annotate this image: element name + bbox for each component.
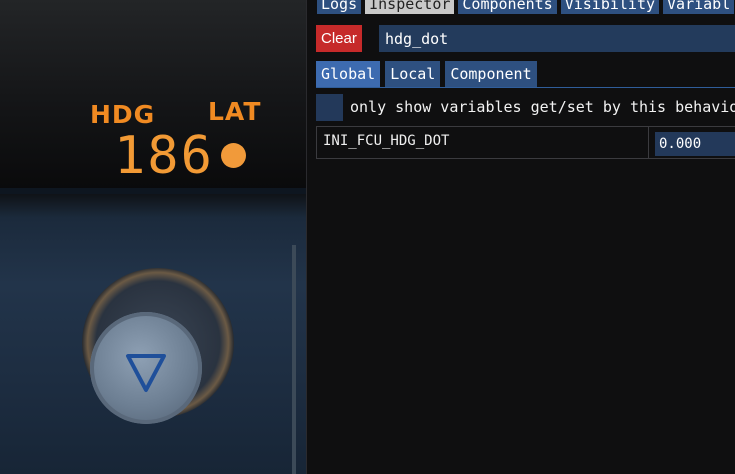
search-input[interactable] [379, 25, 735, 52]
panel-rail [292, 245, 296, 474]
variable-name: INI_FCU_HDG_DOT [323, 133, 450, 149]
tab-local[interactable]: Local [385, 61, 441, 87]
tab-global[interactable]: Global [316, 61, 381, 87]
managed-dot-indicator [221, 143, 246, 168]
variable-row: INI_FCU_HDG_DOT 0.000 [316, 126, 735, 159]
filter-row: only show variables get/set by this beha… [316, 94, 735, 121]
heading-readout: 186 [114, 126, 214, 186]
tab-underline [316, 87, 735, 88]
triangle-marker-icon [126, 354, 166, 392]
search-row: Clear [316, 25, 735, 52]
tab-variables[interactable]: Variabl [663, 0, 735, 14]
tab-inspector[interactable]: Inspector [365, 0, 455, 14]
debug-panel: Logs Inspector Components Visibility Variabl… [306, 0, 735, 474]
filter-checkbox[interactable] [316, 94, 343, 121]
top-tab-bar: Logs Inspector Components Visibility Variabl [317, 0, 735, 14]
column-divider [648, 127, 649, 158]
lat-label: LAT [208, 97, 262, 126]
tab-component[interactable]: Component [445, 61, 537, 87]
hdg-label: HDG [90, 100, 156, 129]
scope-tab-bar: Global Local Component [316, 61, 542, 87]
tab-logs[interactable]: Logs [317, 0, 362, 14]
clear-button[interactable]: Clear [316, 25, 362, 52]
variable-value-field[interactable]: 0.000 [655, 132, 735, 156]
cockpit-view: HDG LAT 186 [0, 0, 306, 474]
tab-visibility[interactable]: Visibility [560, 0, 660, 14]
filter-label: only show variables get/set by this beha… [350, 98, 735, 116]
tab-components[interactable]: Components [458, 0, 557, 14]
panel-edge [0, 188, 306, 194]
